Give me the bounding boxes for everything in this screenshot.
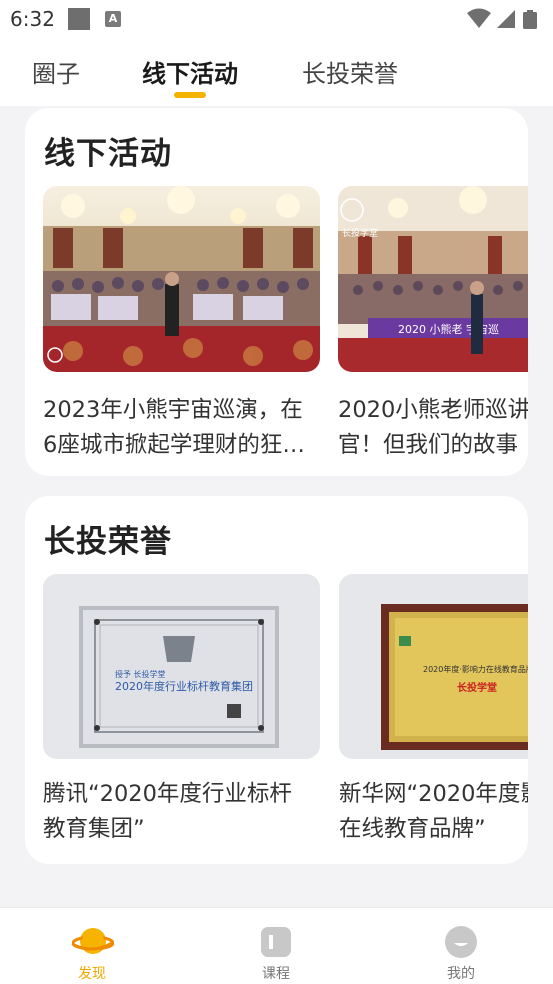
active-tab-indicator [174,92,206,98]
plaque-line: 长投学堂 [457,681,497,694]
nav-label: 我的 [447,966,475,982]
nav-courses[interactable]: 课程 [216,908,336,984]
activity-title-line: 6座城市掀起学理财的狂… [43,432,305,458]
honor-title-2[interactable]: 新华网“2020年度影 在线教育品牌” [339,777,528,847]
notification-square-icon [68,8,90,30]
course-icon [261,927,291,957]
honor-title-line: 腾讯“2020年度行业标杆 [43,781,292,807]
activity-title-1[interactable]: 2023年小熊宇宙巡演，在 6座城市掀起学理财的狂… [43,393,328,463]
honor-photo[interactable]: 授予 长投学堂 2020年度行业标杆教育集团 [43,574,320,759]
profile-icon [445,926,477,958]
plaque-line: 2020年度行业标杆教育集团 [115,679,253,693]
tab-offline-activities[interactable]: 线下活动 [142,54,238,89]
plaque-line: 授予 长投学堂 [115,669,166,679]
section-title: 长投荣誉 [44,524,172,560]
honor-title-1[interactable]: 腾讯“2020年度行业标杆 教育集团” [43,777,328,847]
planet-icon [72,928,114,954]
honor-title-line: 在线教育品牌” [339,816,486,842]
offline-activities-card: 线下活动 2023年小熊宇宙巡演，在 6座城市掀起学理财的狂… 2020 小熊老… [25,108,528,476]
activity-title-line: 2020小熊老师巡讲 [338,397,528,423]
activity-photo[interactable] [43,186,320,372]
text-a-icon: A [105,11,121,27]
plaque-line: 2020年度·影响力在线教育品牌 [423,664,528,674]
honor-title-line: 教育集团” [43,816,145,842]
status-bar: 6:32 A [0,0,553,38]
activity-banner-text: 2020 小熊老 宇宙巡 [398,322,499,336]
nav-label: 发现 [78,966,106,982]
system-status-icons [467,8,537,29]
wifi-icon [467,8,491,28]
tab-circle[interactable]: 圈子 [32,54,80,89]
photo-watermark: 长投学堂 [342,227,378,239]
nav-label: 课程 [262,966,290,982]
battery-icon [523,10,537,29]
activity-title-line: 官！但我们的故事 [338,432,519,458]
status-time: 6:32 [10,7,55,31]
activity-photo[interactable]: 2020 小熊老 宇宙巡 长投学堂 [338,186,528,372]
honors-card: 长投荣誉 授予 长投学堂 2020年度行业标杆教育集团 腾讯“2020年度行业标… [25,496,528,864]
honor-title-line: 新华网“2020年度影 [339,781,528,807]
bottom-navigation: 发现 课程 我的 [0,907,553,984]
nav-discover[interactable]: 发现 [32,908,152,984]
nav-profile[interactable]: 我的 [401,908,521,984]
activity-title-2[interactable]: 2020小熊老师巡讲 官！但我们的故事 [338,393,528,463]
honor-photo[interactable]: 2020年度·影响力在线教育品牌 长投学堂 [339,574,528,759]
top-tab-bar: 圈子 线下活动 长投荣誉 [0,38,553,106]
section-title: 线下活动 [44,136,172,172]
activity-title-line: 2023年小熊宇宙巡演，在 [43,397,303,423]
signal-icon [497,10,515,28]
tab-honors[interactable]: 长投荣誉 [302,54,398,89]
